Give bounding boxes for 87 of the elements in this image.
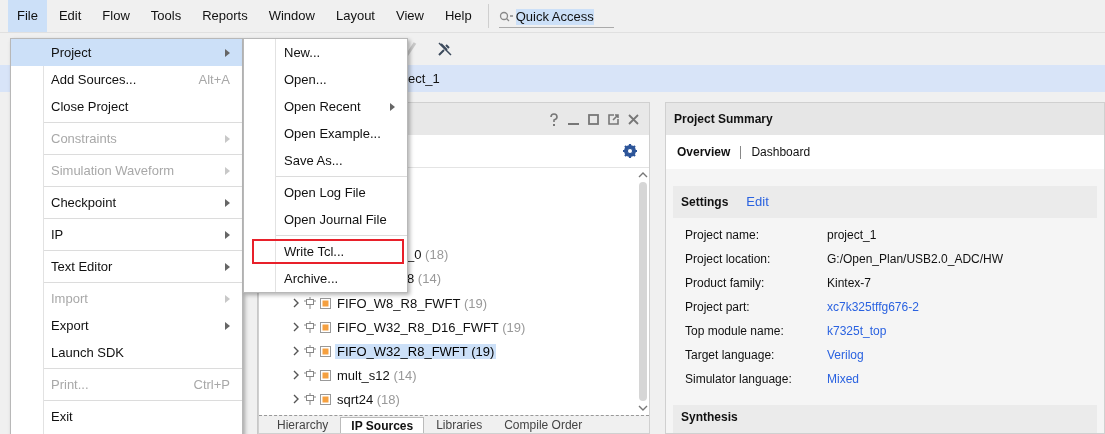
menu-item[interactable]: Close Project (11, 93, 242, 120)
setting-label: Target language: (685, 347, 776, 364)
close-icon[interactable] (628, 113, 639, 125)
crossed-pin-icon[interactable] (437, 41, 453, 57)
caret-icon (390, 102, 395, 111)
caret-icon (225, 134, 230, 143)
tree-item-label[interactable]: FIFO_W32_R8_FWFT (19) (335, 343, 497, 359)
menu-bar-item[interactable]: Help (435, 0, 481, 32)
setting-link[interactable]: Mixed (827, 370, 859, 388)
expand-chevron-icon[interactable] (291, 346, 301, 356)
menu-bar-item[interactable]: View (387, 0, 433, 32)
ip-core-icon (303, 344, 333, 358)
menu-item[interactable]: New... (244, 39, 407, 66)
help-icon[interactable] (549, 112, 559, 126)
panel-tab[interactable]: Libraries (426, 417, 493, 433)
menu-item[interactable]: Open Example... (244, 120, 407, 147)
section-title: Settings (681, 194, 729, 211)
setting-label: Top module name: (685, 323, 785, 340)
settings-icon[interactable] (623, 144, 637, 158)
menu-bar-item[interactable]: Tools (141, 0, 191, 32)
menu-bar-item[interactable]: Layout (326, 0, 384, 32)
setting-link[interactable]: Verilog (827, 346, 864, 364)
menu-item[interactable]: Open Recent (244, 93, 407, 120)
menu-item[interactable]: Launch SDK (11, 339, 242, 366)
tree-item-label[interactable]: FIFO_W8_R8_FWFT (19) (335, 295, 490, 311)
menu-item[interactable]: Add Sources... Alt+A (11, 66, 242, 93)
menu-item[interactable]: Archive... (244, 265, 407, 292)
menu-bar-item[interactable]: File (8, 0, 47, 32)
menu-bar-item[interactable]: Reports (193, 0, 257, 32)
setting-label: Project location: (685, 251, 772, 268)
menu-bar-item[interactable]: Edit (49, 0, 91, 32)
menu-item[interactable]: Text Editor (11, 253, 242, 280)
tree-item-label[interactable]: mult_s12 (14) (335, 367, 419, 383)
tree-item-label[interactable]: _0 (18) (407, 245, 449, 265)
section-title: Synthesis (681, 409, 738, 426)
setting-value: Kintex-7 (827, 275, 872, 292)
ip-core-icon (303, 368, 333, 382)
project-title: ect_1 (408, 69, 440, 88)
caret-icon (225, 294, 230, 303)
setting-label: Project part: (685, 299, 751, 316)
ip-core-icon (303, 392, 333, 406)
expand-chevron-icon[interactable] (291, 394, 301, 404)
expand-chevron-icon[interactable] (291, 322, 301, 332)
summary-tab[interactable]: Overview (677, 143, 731, 161)
expand-chevron-icon[interactable] (291, 370, 301, 380)
tree-item-label[interactable]: FIFO_W32_R8_D16_FWFT (19) (335, 319, 528, 335)
edit-link[interactable]: Edit (746, 192, 769, 212)
menu-item[interactable]: Project (11, 39, 242, 66)
summary-tab[interactable]: Dashboard (751, 143, 811, 161)
menu-item[interactable]: Checkpoint (11, 189, 242, 216)
menu-item[interactable]: Exit (11, 403, 242, 430)
menu-item[interactable]: Open... (244, 66, 407, 93)
scroll-up-icon[interactable] (637, 172, 648, 178)
setting-value: G:/Open_Plan/USB2.0_ADC/HW (827, 251, 1004, 268)
menu-item[interactable]: Open Log File (244, 179, 407, 206)
panel-tab[interactable]: Hierarchy (267, 417, 339, 433)
maximize-icon[interactable] (588, 113, 599, 125)
menu-item[interactable]: Open Journal File (244, 206, 407, 233)
menu-bar-item[interactable]: Flow (93, 0, 139, 32)
menu-item[interactable]: Save As... (244, 147, 407, 174)
scroll-down-icon[interactable] (637, 405, 648, 411)
setting-link[interactable]: xc7k325tffg676-2 (827, 298, 919, 316)
setting-value: project_1 (827, 227, 877, 244)
caret-icon (225, 321, 230, 330)
caret-icon (225, 230, 230, 239)
menu-item[interactable]: IP (11, 221, 242, 248)
menu-bar-item[interactable]: Window (259, 0, 324, 32)
ip-core-icon (303, 320, 333, 334)
setting-label: Product family: (685, 275, 766, 292)
caret-icon (225, 262, 230, 271)
float-icon[interactable] (608, 113, 619, 125)
setting-link[interactable]: k7325t_top (827, 322, 887, 340)
panel-title: Project Summary (674, 111, 773, 128)
ip-core-icon (303, 296, 333, 310)
menu-item[interactable]: Export (11, 312, 242, 339)
panel-tab[interactable]: IP Sources (340, 417, 425, 433)
expand-chevron-icon[interactable] (291, 298, 301, 308)
setting-label: Project name: (685, 227, 761, 244)
panel-tab[interactable]: Compile Order (494, 417, 593, 433)
caret-icon (225, 198, 230, 207)
caret-icon (225, 166, 230, 175)
caret-icon (225, 48, 230, 57)
search-icon (498, 10, 513, 23)
tree-item-label[interactable]: 8 (14) (407, 269, 441, 289)
setting-label: Simulator language: (685, 371, 793, 388)
tree-item-label[interactable]: sqrt24 (18) (335, 391, 402, 407)
menu-item[interactable]: Write Tcl... (244, 238, 407, 265)
